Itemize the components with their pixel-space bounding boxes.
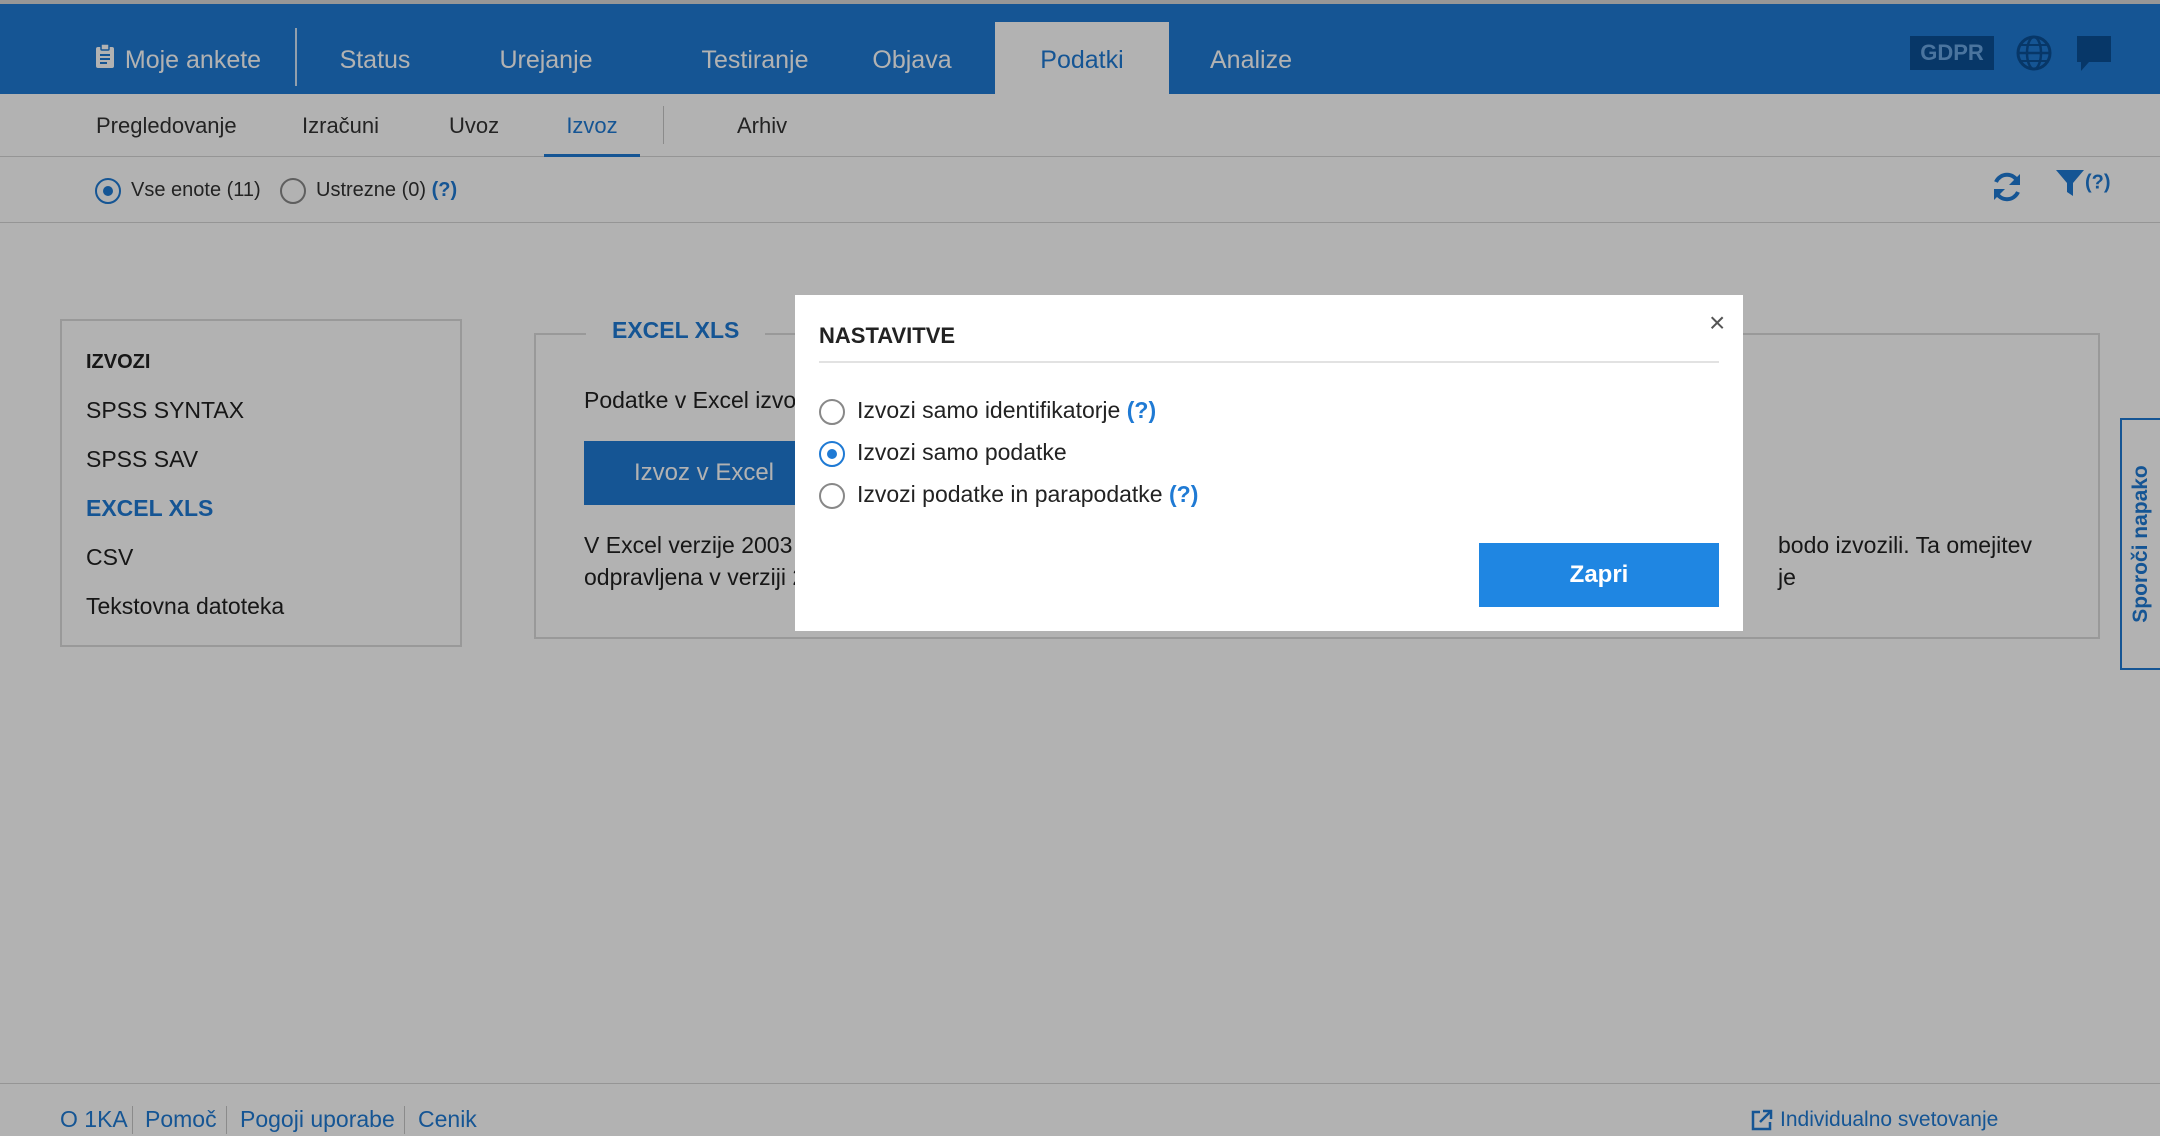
option-data-only-label: Izvozi samo podatke <box>857 439 1067 465</box>
close-dialog-button[interactable]: Zapri <box>1479 543 1719 607</box>
close-icon[interactable]: × <box>1709 309 1725 337</box>
dialog-divider <box>819 361 1719 363</box>
help-link[interactable]: (?) <box>1127 397 1156 423</box>
option-paradata-label: Izvozi podatke in parapodatke <box>857 481 1163 507</box>
radio-selected-icon <box>819 440 845 467</box>
settings-dialog: NASTAVITVE × Izvozi samo identifikatorje… <box>795 295 1743 631</box>
dialog-title: NASTAVITVE <box>819 323 956 348</box>
option-identifiers-only[interactable]: Izvozi samo identifikatorje (?) <box>819 395 1156 425</box>
radio-unselected-icon <box>819 482 845 509</box>
radio-unselected-icon <box>819 398 845 425</box>
option-data-and-paradata[interactable]: Izvozi podatke in parapodatke (?) <box>819 479 1198 509</box>
option-data-only[interactable]: Izvozi samo podatke <box>819 437 1067 467</box>
option-identifiers-label: Izvozi samo identifikatorje <box>857 397 1121 423</box>
help-link[interactable]: (?) <box>1169 481 1198 507</box>
